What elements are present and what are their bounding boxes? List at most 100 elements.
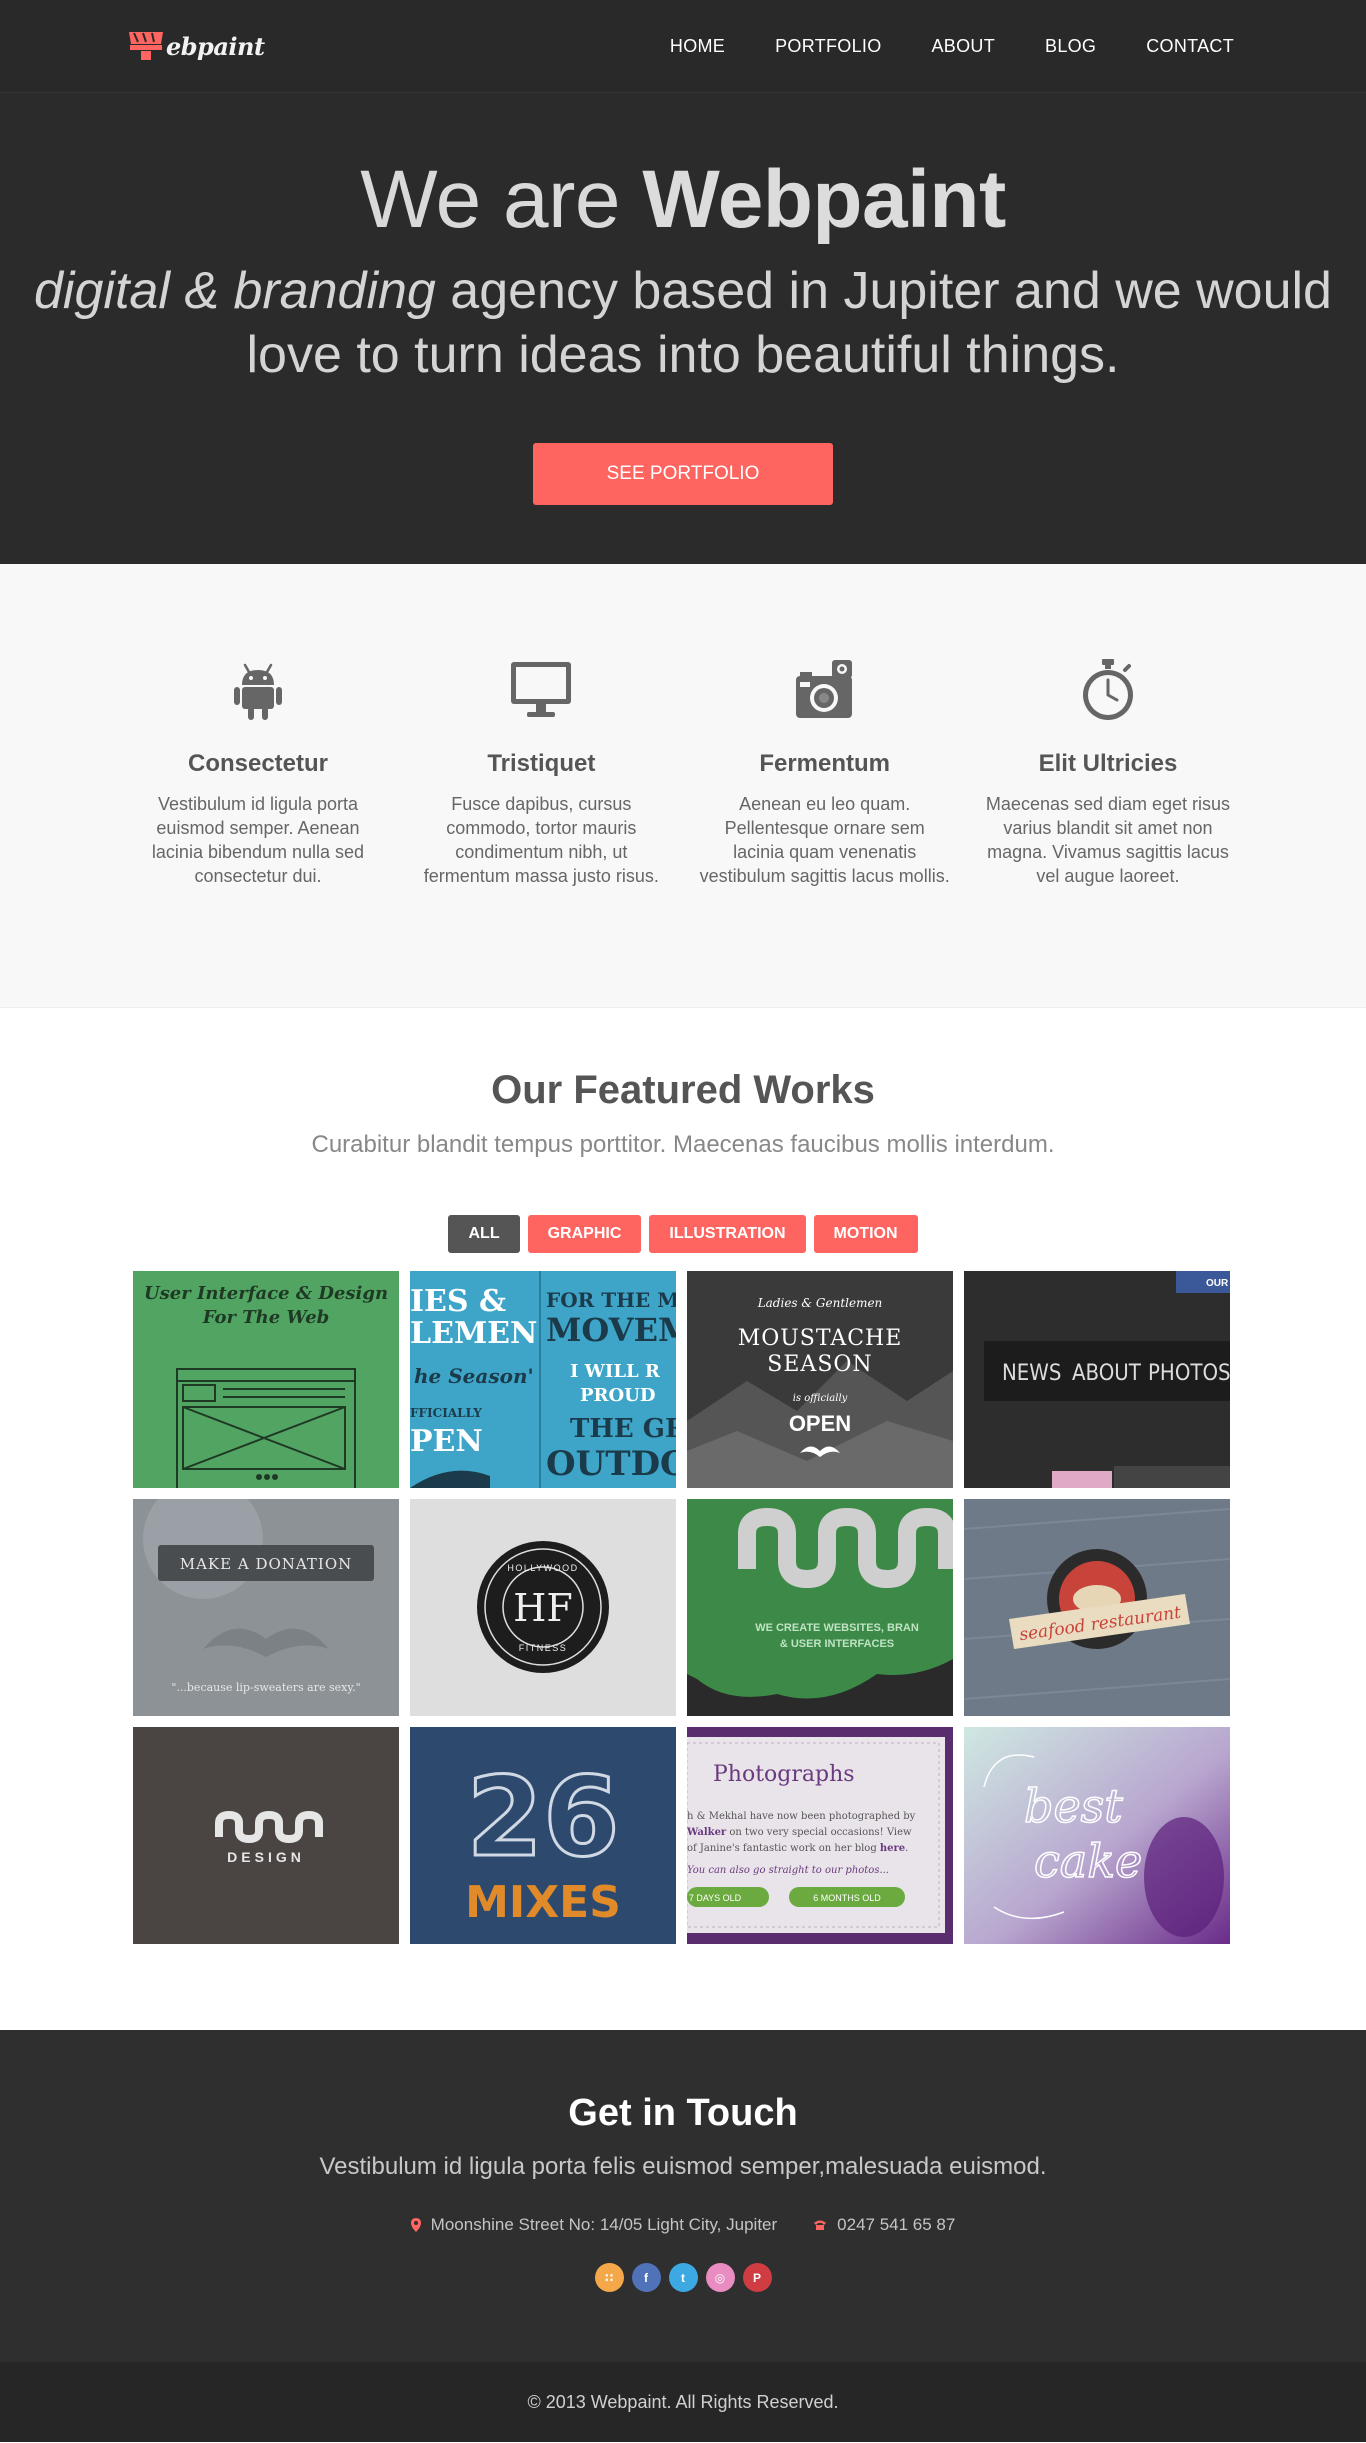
portfolio-item[interactable]: 26 MIXES: [410, 1727, 676, 1944]
hero-title-prefix: We are: [360, 154, 643, 245]
tile-text: cake: [1034, 1834, 1142, 1888]
monitor-icon: [411, 654, 671, 726]
tile-text: is officially: [793, 1393, 848, 1404]
portfolio-item[interactable]: Photographs h & Mekhal have now been pho…: [687, 1727, 953, 1944]
feature-text: Vestibulum id ligula porta euismod sempe…: [151, 794, 365, 886]
address-text: Moonshine Street No: 14/05 Light City, J…: [430, 2215, 778, 2234]
android-icon: [128, 654, 388, 726]
tile-text: Ladies & Gentlemen: [757, 1296, 883, 1310]
featured-works-section: Our Featured Works Curabitur blandit tem…: [0, 1008, 1366, 2030]
feature-item: Elit Ultricies Maecenas sed diam eget ri…: [978, 654, 1238, 888]
copyright-text: © 2013 Webpaint. All Rights Reserved.: [527, 2392, 839, 2412]
tile-text: For The Web: [202, 1307, 330, 1328]
tile-text: .: [905, 1843, 908, 1854]
filter-motion[interactable]: MOTION: [813, 1215, 918, 1253]
portfolio-item[interactable]: DESIGN: [133, 1727, 399, 1944]
tile-text: WE CREATE WEBSITES, BRAN: [755, 1622, 919, 1634]
facebook-icon[interactable]: f: [631, 2263, 661, 2292]
contact-info: Moonshine Street No: 14/05 Light City, J…: [0, 2215, 1366, 2235]
portfolio-item[interactable]: WE CREATE WEBSITES, BRAN & USER INTERFAC…: [687, 1499, 953, 1716]
portfolio-item[interactable]: User Interface & Design For The Web: [133, 1271, 399, 1488]
logo[interactable]: ebpaint: [128, 30, 265, 62]
filter-illustration[interactable]: ILLUSTRATION: [649, 1215, 806, 1253]
dribbble-icon[interactable]: ◎: [705, 2263, 735, 2292]
portfolio-item[interactable]: Ladies & Gentlemen MOUSTACHE SEASON is o…: [687, 1271, 953, 1488]
feature-title: Fermentum: [759, 750, 890, 777]
filter-all[interactable]: ALL: [448, 1215, 520, 1253]
feature-item: Consectetur Vestibulum id ligula porta e…: [128, 654, 388, 888]
tile-text: You can also go straight to our photos..…: [687, 1865, 889, 1876]
portfolio-item[interactable]: best cake: [964, 1727, 1230, 1944]
phone-text: 0247 541 65 87: [837, 2215, 956, 2234]
hero-title-brand: Webpaint: [642, 154, 1006, 245]
features-section: Consectetur Vestibulum id ligula porta e…: [0, 564, 1366, 1008]
feature-item: Fermentum Aenean eu leo quam. Pellentesq…: [695, 654, 955, 888]
tile-text: here: [880, 1843, 905, 1854]
hero-tagline: digital & branding agency based in Jupit…: [0, 259, 1366, 387]
logo-brush-icon: [128, 30, 164, 62]
tile-text: MIXES: [465, 1877, 621, 1928]
feature-title: Consectetur: [187, 750, 329, 777]
portfolio-item[interactable]: OUR NEWS ABOUT PHOTOS: [964, 1271, 1230, 1488]
camera-icon: [695, 654, 955, 726]
works-subtitle: Curabitur blandit tempus porttitor. Maec…: [311, 1131, 1055, 1158]
tile-text: PHOTOS: [1148, 1361, 1230, 1386]
nav-blog[interactable]: BLOG: [1045, 36, 1096, 57]
nav-home[interactable]: HOME: [670, 36, 725, 57]
tile-text: on two very special occasions! View: [726, 1827, 912, 1838]
tile-text: of Janine's fantastic work on her blog: [687, 1843, 880, 1854]
logo-text: ebpaint: [166, 31, 265, 61]
tile-text: MOVEM: [546, 1311, 676, 1349]
svg-text:of Janine's fantastic work on: of Janine's fantastic work on her blog h…: [687, 1843, 908, 1854]
nav-about[interactable]: ABOUT: [932, 36, 996, 57]
pinterest-icon[interactable]: P: [742, 2263, 772, 2292]
hero-title: We are Webpaint: [0, 154, 1366, 245]
contact-section: Get in Touch Vestibulum id ligula porta …: [0, 2030, 1366, 2362]
tile-text: FOR THE MO: [546, 1288, 676, 1312]
contact-address: Moonshine Street No: 14/05 Light City, J…: [410, 2215, 778, 2235]
feature-title: Tristiquet: [487, 750, 596, 777]
tile-text: FFICIALLY: [410, 1406, 482, 1420]
filter-graphic[interactable]: GRAPHIC: [527, 1215, 642, 1253]
tile-text: 7 DAYS OLD: [689, 1893, 742, 1903]
tile-text: 6 MONTHS OLD: [813, 1893, 881, 1903]
feature-text: Fusce dapibus, cursus commodo, tortor ma…: [423, 794, 659, 886]
tile-text: OUR: [1206, 1278, 1229, 1289]
contact-subtitle: Vestibulum id ligula porta felis euismod…: [319, 2153, 1047, 2180]
tile-text: & USER INTERFACES: [780, 1638, 894, 1650]
map-pin-icon: [410, 2218, 421, 2232]
rss-icon[interactable]: ∷: [594, 2263, 624, 2292]
footer: © 2013 Webpaint. All Rights Reserved.: [0, 2362, 1366, 2442]
tile-text: HF: [513, 1586, 573, 1630]
portfolio-item[interactable]: HOLLYWOOD HF FITNESS: [410, 1499, 676, 1716]
tile-text: FITNESS: [519, 1643, 568, 1653]
feature-title: Elit Ultricies: [1038, 750, 1178, 777]
tile-text: h & Mekhal have now been photographed by: [687, 1811, 916, 1822]
tile-text: best: [1024, 1779, 1123, 1833]
tile-text: PEN: [410, 1424, 483, 1459]
tile-text: 26: [466, 1753, 619, 1881]
social-links: ∷ f t ◎ P: [0, 2263, 1366, 2292]
contact-phone: 0247 541 65 87: [813, 2215, 955, 2235]
portfolio-item[interactable]: IES & LEMEN he Season' FFICIALLY PEN FOR…: [410, 1271, 676, 1488]
tile-text: LEMEN: [410, 1316, 537, 1351]
twitter-icon[interactable]: t: [668, 2263, 698, 2292]
feature-text: Maecenas sed diam eget risus varius blan…: [985, 794, 1231, 886]
nav-portfolio[interactable]: PORTFOLIO: [775, 36, 881, 57]
contact-title: Get in Touch: [568, 2092, 798, 2134]
portfolio-grid: User Interface & Design For The Web IES …: [133, 1271, 1233, 1944]
tile-text: OPEN: [789, 1411, 851, 1436]
portfolio-item[interactable]: seafood restaurant: [964, 1499, 1230, 1716]
nav-contact[interactable]: CONTACT: [1146, 36, 1234, 57]
tile-text: he Season': [414, 1364, 534, 1388]
tile-text: NEWS: [1002, 1361, 1061, 1386]
portfolio-item[interactable]: MAKE A DONATION "...because lip-sweaters…: [133, 1499, 399, 1716]
feature-item: Tristiquet Fusce dapibus, cursus commodo…: [411, 654, 671, 888]
tile-text: PROUD: [580, 1385, 655, 1406]
tile-text: I WILL R: [570, 1361, 661, 1382]
tile-text: "...because lip-sweaters are sexy.": [171, 1681, 360, 1694]
tile-text: User Interface & Design: [144, 1283, 388, 1304]
see-portfolio-button[interactable]: SEE PORTFOLIO: [533, 443, 833, 506]
main-menu: HOME PORTFOLIO ABOUT BLOG CONTACT: [670, 36, 1234, 57]
tile-text: Photographs: [713, 1762, 855, 1787]
